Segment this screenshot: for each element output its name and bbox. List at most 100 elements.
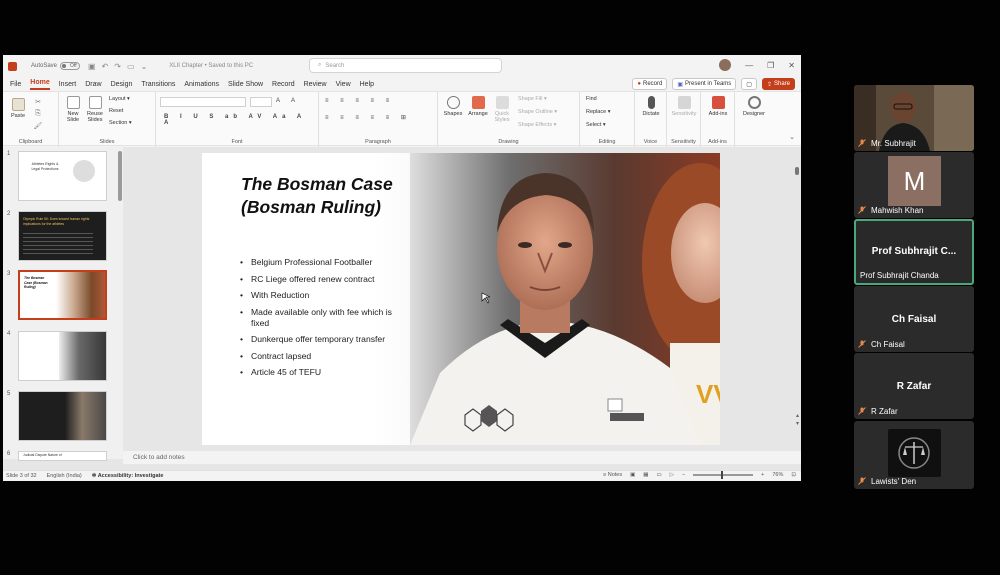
tab-home[interactable]: Home (30, 78, 50, 90)
shape-outline-button[interactable]: Shape Outline ▾ (518, 109, 557, 115)
present-in-teams-button[interactable]: ▣ Present in Teams (672, 78, 737, 90)
participant-tile[interactable]: Mr. Subhrajit (854, 85, 974, 151)
editing-group-label: Editing (598, 139, 616, 145)
thumb-title: Judicial Dispute Nature of (23, 453, 62, 457)
save-icon[interactable]: ▣ (88, 62, 96, 71)
tab-view[interactable]: View (336, 81, 351, 88)
quick-styles-button[interactable]: Quick Styles (492, 96, 512, 123)
autosave-toggle[interactable]: Off (60, 62, 81, 70)
slide-thumbnail-5[interactable] (18, 391, 107, 441)
sensitivity-button[interactable]: Sensitivity (669, 96, 699, 117)
shapes-button[interactable]: Shapes (442, 96, 464, 117)
zoom-slider[interactable] (693, 471, 754, 479)
slide-thumbnail-6[interactable]: Judicial Dispute Nature of (18, 451, 107, 461)
mic-muted-icon (858, 206, 866, 214)
shape-fill-button[interactable]: Shape Fill ▾ (518, 96, 547, 102)
thumbnail-scrollbar[interactable] (118, 151, 122, 201)
layout-button[interactable]: Layout ▾ (109, 96, 130, 102)
slide-photo-bosman: VV (370, 153, 720, 445)
shape-effects-button[interactable]: Shape Effects ▾ (518, 122, 556, 128)
slide-thumbnail-1[interactable]: Athletes Rights & Legal Protections (18, 151, 107, 201)
thumb-photo (59, 332, 106, 380)
tab-record[interactable]: Record (272, 81, 295, 88)
font-format-buttons[interactable]: B I U S ab AV Aa A A (164, 114, 318, 126)
tab-review[interactable]: Review (304, 81, 327, 88)
select-button[interactable]: Select ▾ (586, 122, 606, 128)
language-status[interactable]: English (India) (47, 473, 82, 479)
tab-insert[interactable]: Insert (59, 81, 77, 88)
participant-tile[interactable]: M Mahwish Khan (854, 152, 974, 218)
minimize-icon[interactable]: — (745, 61, 753, 70)
tab-help[interactable]: Help (360, 81, 374, 88)
restore-icon[interactable]: ❐ (767, 61, 774, 70)
replace-button[interactable]: Replace ▾ (586, 109, 610, 115)
slide-thumbnail-3[interactable]: The Bosman Case (Bosman Ruling) (18, 270, 107, 320)
participant-tile[interactable]: Lawists' Den (854, 421, 974, 489)
account-avatar[interactable] (719, 59, 732, 71)
arrange-button[interactable]: Arrange (466, 96, 490, 117)
tab-slide-show[interactable]: Slide Show (228, 81, 263, 88)
cut-icon[interactable]: ✂ (33, 98, 43, 106)
slide-thumbnail-2[interactable]: Olympic Rule 50: Does toward human right… (18, 211, 107, 261)
select-label: Select (586, 122, 602, 128)
zoom-level[interactable]: 76% (772, 472, 783, 478)
dictate-button[interactable]: Dictate (639, 96, 663, 117)
tab-draw[interactable]: Draw (85, 81, 101, 88)
notes-toggle[interactable]: ≡ Notes (603, 472, 622, 478)
undo-icon[interactable]: ↶ (102, 62, 109, 71)
participant-tile-active-speaker[interactable]: Prof Subhrajit C... Prof Subhrajit Chand… (854, 219, 974, 285)
slideshow-view-icon[interactable]: ▷ (670, 472, 674, 478)
tab-transitions[interactable]: Transitions (141, 81, 175, 88)
participant-tile[interactable]: Ch Faisal Ch Faisal (854, 286, 974, 352)
tab-design[interactable]: Design (111, 81, 133, 88)
reading-view-icon[interactable]: ▭ (657, 472, 662, 478)
zoom-out-icon[interactable]: − (682, 472, 685, 478)
slide-nav-arrows-icon[interactable]: ▴ ▾ (796, 412, 799, 428)
accessibility-icon: ✲ (91, 473, 97, 479)
slide-canvas[interactable]: VV (202, 153, 720, 445)
font-family-select[interactable] (160, 97, 246, 107)
collapse-ribbon-icon[interactable]: ⌄ (789, 133, 795, 141)
new-slide-button[interactable]: New Slide (63, 96, 83, 123)
slide-sorter-icon[interactable]: ▦ (643, 472, 648, 478)
designer-button[interactable]: Designer (739, 96, 769, 117)
font-size-select[interactable] (250, 97, 272, 107)
redo-icon[interactable]: ↷ (114, 62, 121, 71)
paragraph-group: ≡ ≡ ≡ ≡ ≡ ≡ ≡ ≡ ≡ ≡ ⊞ Paragraph (319, 92, 438, 147)
notes-pane[interactable]: Click to add notes (123, 451, 801, 464)
font-size-buttons[interactable]: A A (276, 98, 300, 104)
format-painter-icon[interactable]: 🖌 (33, 122, 43, 130)
comments-button[interactable]: ▢ (741, 78, 757, 90)
accessibility-status[interactable]: ✲ Accessibility: Investigate (92, 473, 164, 479)
align-buttons[interactable]: ≡ ≡ ≡ ≡ ≡ ⊞ (325, 114, 411, 121)
share-button[interactable]: ⇪ Share (761, 78, 795, 90)
fit-slide-icon[interactable]: ⊡ (791, 472, 796, 478)
participant-tile[interactable]: R Zafar R Zafar (854, 353, 974, 419)
find-button[interactable]: Find (586, 96, 597, 102)
list-buttons[interactable]: ≡ ≡ ≡ ≡ ≡ (325, 98, 394, 104)
paste-button[interactable]: Paste (9, 98, 27, 119)
section-button[interactable]: Section ▾ (109, 120, 132, 126)
slide-thumbnail-4[interactable] (18, 331, 107, 381)
present-icon[interactable]: ▭ (127, 62, 135, 71)
bullet-item: Made available only with fee which is fi… (240, 307, 410, 329)
reset-button[interactable]: Reset (109, 108, 123, 114)
participant-name: Mr. Subhrajit (871, 139, 916, 148)
record-button[interactable]: ● Record (632, 78, 668, 90)
tab-animations[interactable]: Animations (184, 81, 219, 88)
mic-muted-icon (858, 340, 866, 348)
copy-icon[interactable]: ⎘ (33, 110, 43, 118)
slide-scrollbar[interactable] (795, 167, 799, 175)
normal-view-icon[interactable]: ▣ (630, 472, 635, 478)
slide-bullet-list[interactable]: Belgium Professional Footballer RC Liege… (240, 257, 410, 384)
share-label: Share (773, 81, 790, 87)
tab-file[interactable]: File (10, 81, 21, 88)
slide-title[interactable]: The Bosman Case (Bosman Ruling) (241, 173, 401, 219)
reuse-slides-button[interactable]: Reuse Slides (85, 96, 105, 123)
sensitivity-icon (677, 96, 691, 109)
close-icon[interactable]: ✕ (788, 61, 795, 70)
search-box[interactable]: ⌕ Search (309, 58, 502, 73)
zoom-in-icon[interactable]: + (761, 472, 764, 478)
addins-button[interactable]: Add-ins (705, 96, 731, 117)
customize-icon[interactable]: ⌄ (141, 62, 148, 71)
